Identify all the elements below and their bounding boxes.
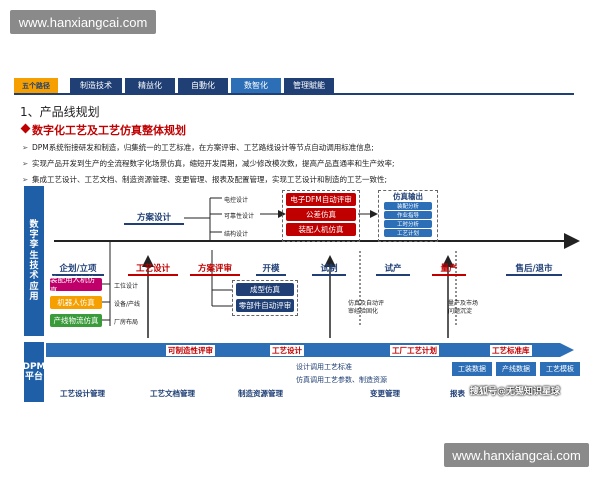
side-label-dpm: DPM平台	[22, 342, 46, 402]
left-label-layout: 厂房布局	[114, 319, 139, 326]
left-box-ergonomics: 装配用人机仿真	[50, 275, 102, 295]
note-mass-issues: 量产及市场 问题沉淀	[448, 300, 479, 316]
stage-pilot: 试产	[376, 262, 410, 276]
left-box-logistics: 产线物流仿真	[50, 314, 102, 327]
dpm-btn-line[interactable]: 产线数据	[496, 362, 536, 376]
stage-mold: 开模	[256, 262, 286, 276]
stage-after-sales: 售后/退市	[506, 262, 562, 276]
dpm-manufacturability-review: 可制造性评审	[166, 345, 215, 356]
dpm-sub-params: 仿真调用工艺参数、制造资源	[296, 376, 387, 384]
dpm-document-mgmt: 工艺文档管理	[150, 389, 195, 398]
mid-box-parts-review: 零部件自动评审	[236, 299, 294, 312]
stage-process-design: 工艺设计	[128, 262, 178, 276]
side-label-digital-twin: 数字孪生技术应用	[24, 186, 44, 336]
dpm-process-design: 工艺设计	[270, 345, 304, 356]
dpm-report: 报表	[450, 389, 465, 398]
left-label-station: 工位设计	[114, 283, 139, 290]
sim-output-item: 工艺计划	[384, 229, 432, 237]
dpm-factory-plan: 工厂工艺计划	[390, 345, 439, 356]
stage-trial: 试制	[312, 262, 346, 276]
mid-box-molding: 成型仿真	[236, 283, 294, 296]
watermark-corner: 搜狐号@无锡知识星球	[470, 387, 561, 397]
stage-scheme-design: 方案设计	[124, 211, 184, 225]
dpm-resource-mgmt: 制造资源管理	[238, 389, 283, 398]
left-box-robot: 机器人仿真	[50, 296, 102, 309]
sim-box-tolerance: 公差仿真	[286, 208, 356, 221]
stage-mass-production: 量产	[432, 262, 466, 276]
sim-output-item: 作业指导	[384, 211, 432, 219]
sim-output-item: 装配分析	[384, 202, 432, 210]
sim-box-dfm: 电子DFM自动评审	[286, 193, 356, 206]
dpm-process-design-mgmt: 工艺设计管理	[60, 389, 105, 398]
sim-output-title: 仿真输出	[393, 191, 423, 201]
note-trial-experience: 仿真及自动评 审经验固化	[348, 300, 385, 316]
dpm-btn-tooling[interactable]: 工装数据	[452, 362, 492, 376]
left-label-equipment: 设备/产线	[114, 301, 141, 308]
branch-electric-design: 电控设计	[224, 197, 249, 204]
branch-structure-design: 结构设计	[224, 231, 249, 238]
dpm-change-mgmt: 变更管理	[370, 389, 400, 398]
sim-box-assembly: 装配人机仿真	[286, 223, 356, 236]
stage-scheme-review: 方案评审	[190, 262, 240, 276]
dpm-standard-library: 工艺标准库	[490, 345, 532, 356]
sim-output-item: 工时分析	[384, 220, 432, 228]
branch-reliability-design: 可靠性设计	[224, 213, 255, 220]
dpm-sub-standards: 设计调用工艺标准	[296, 363, 352, 371]
dpm-btn-template[interactable]: 工艺模板	[540, 362, 580, 376]
